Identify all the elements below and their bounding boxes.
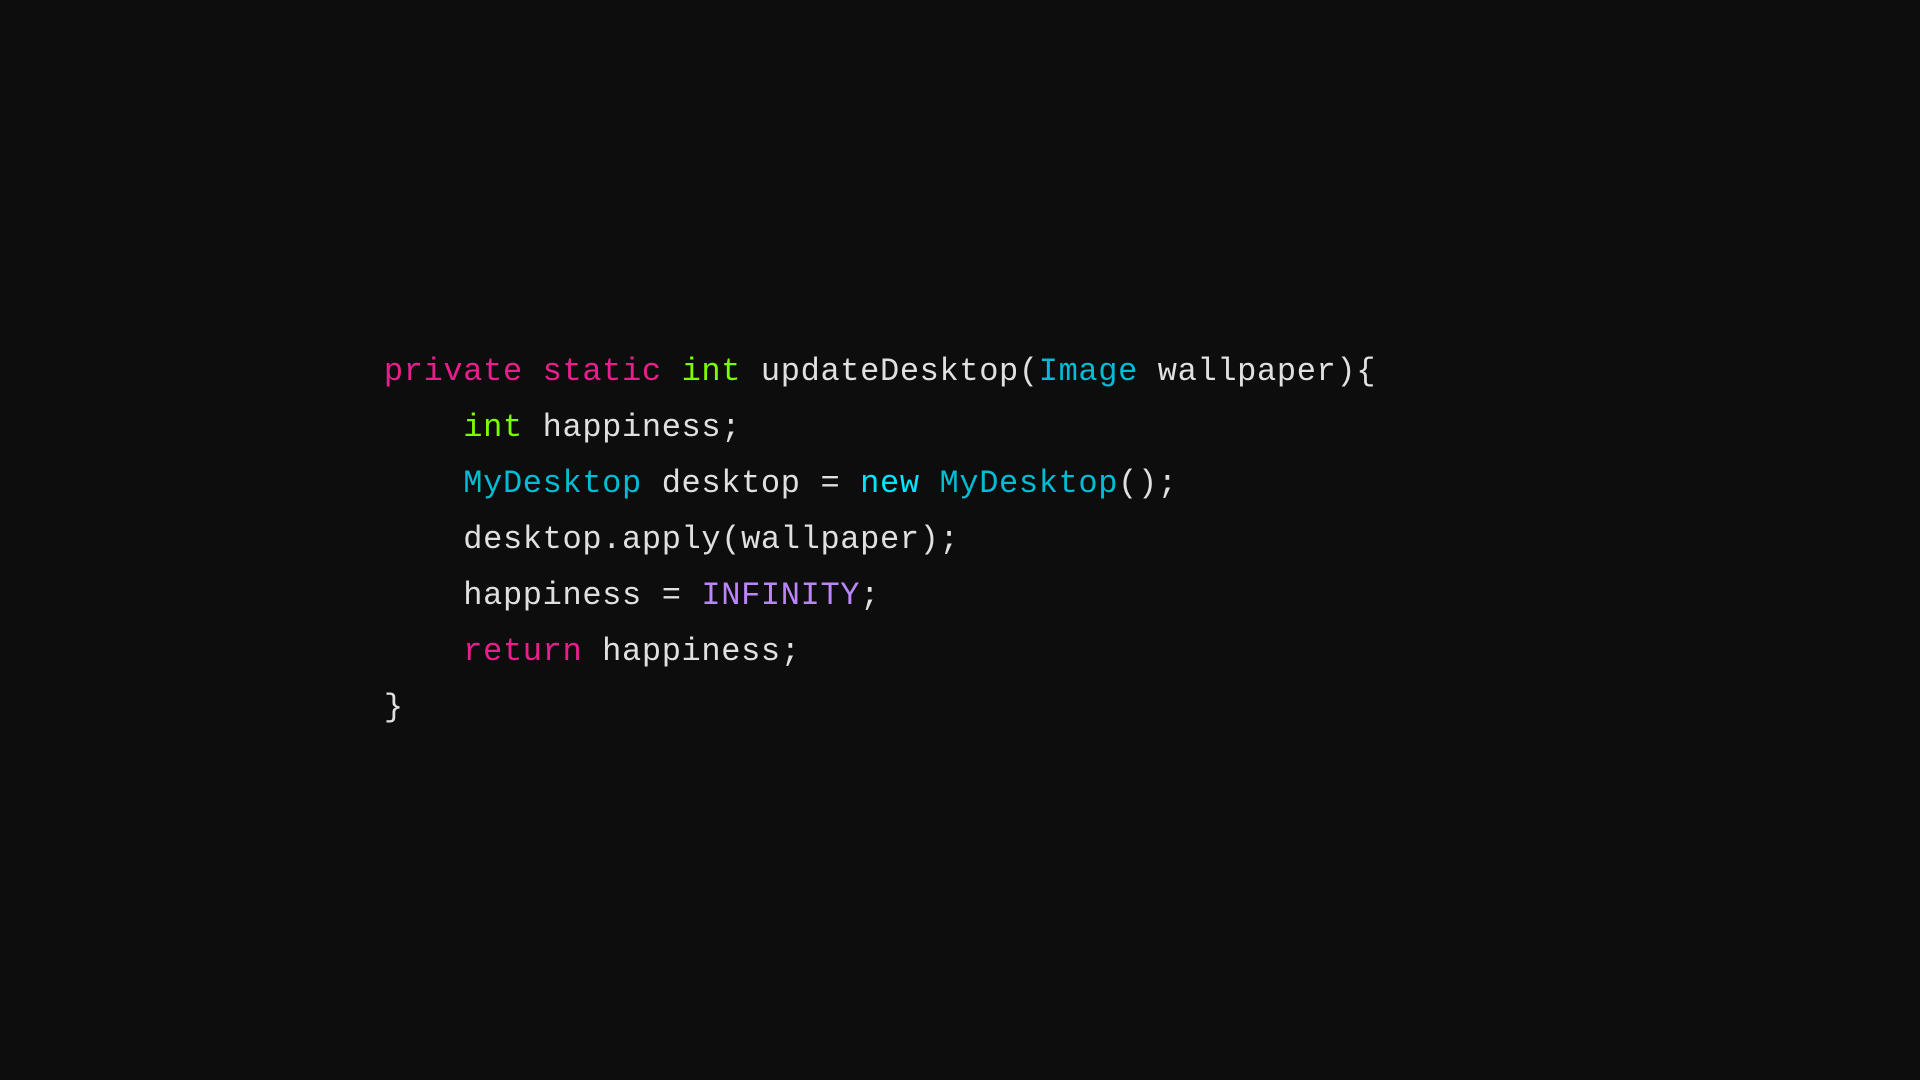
keyword-private: private <box>384 344 523 400</box>
class-mydesktop-2: MyDesktop <box>920 456 1118 512</box>
code-line-4: desktop.apply(wallpaper); <box>384 512 1376 568</box>
function-name: updateDesktop( <box>741 344 1039 400</box>
code-line-2: int happiness; <box>384 400 1376 456</box>
code-line-5: happiness = INFINITY ; <box>384 568 1376 624</box>
keyword-return: return <box>463 624 582 680</box>
apply-call: desktop.apply(wallpaper); <box>463 512 959 568</box>
keyword-static: static <box>543 344 662 400</box>
constructor-call: (); <box>1118 456 1178 512</box>
happiness-decl: happiness; <box>523 400 741 456</box>
code-line-7: } <box>384 680 1376 736</box>
class-image: Image <box>1039 344 1138 400</box>
keyword-int-2: int <box>463 400 523 456</box>
code-line-6: return happiness; <box>384 624 1376 680</box>
code-display: private static int updateDesktop( Image … <box>384 344 1376 736</box>
code-line-3: MyDesktop desktop = new MyDesktop (); <box>384 456 1376 512</box>
happiness-assign: happiness = <box>463 568 701 624</box>
code-line-1: private static int updateDesktop( Image … <box>384 344 1376 400</box>
desktop-var: desktop = <box>642 456 860 512</box>
return-value: happiness; <box>582 624 800 680</box>
class-mydesktop-1: MyDesktop <box>463 456 642 512</box>
constant-infinity: INFINITY <box>701 568 860 624</box>
closing-brace: } <box>384 680 404 736</box>
keyword-int-1: int <box>682 344 742 400</box>
method-params-end: wallpaper){ <box>1138 344 1376 400</box>
keyword-new: new <box>860 456 920 512</box>
